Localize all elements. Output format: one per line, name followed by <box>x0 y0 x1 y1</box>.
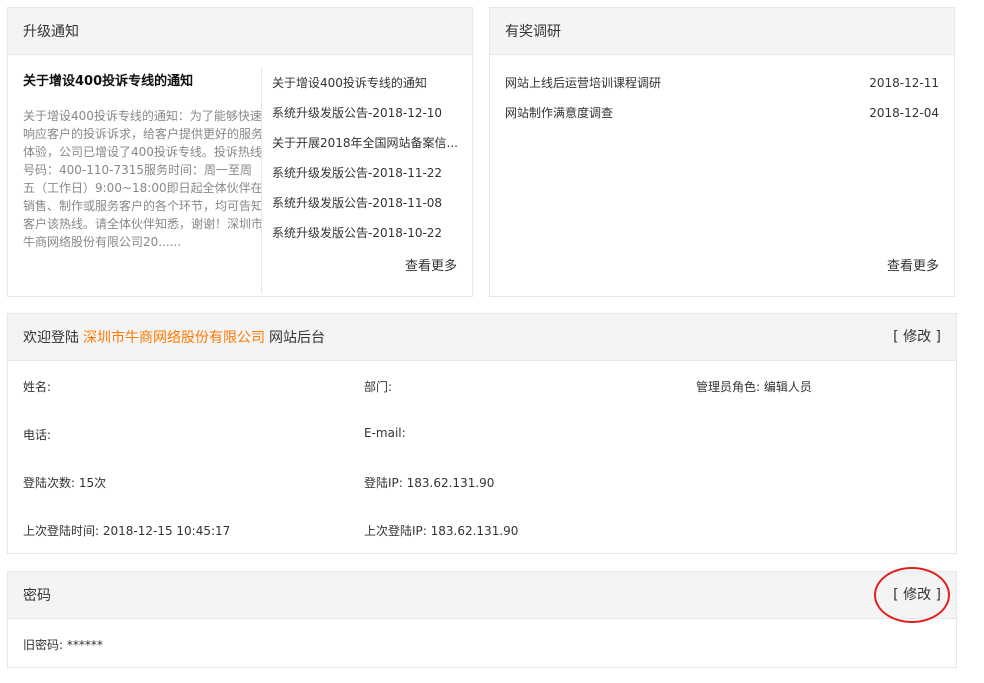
password-panel: 密码 [ 修改 ] 旧密码: ****** <box>7 571 957 668</box>
survey-item-date: 2018-12-04 <box>869 106 939 120</box>
survey-list-item[interactable]: 网站上线后运营培训课程调研 2018-12-11 <box>505 68 939 98</box>
welcome-prefix: 欢迎登陆 <box>23 330 79 346</box>
upgrade-notice-header: 升级通知 <box>8 8 472 55</box>
edit-profile-button[interactable]: [ 修改 ] <box>893 314 941 361</box>
user-name-label: 姓名: <box>23 380 52 394</box>
survey-view-more-link[interactable]: 查看更多 <box>887 255 939 274</box>
last-login-ip-label: 上次登陆IP: 183.62.131.90 <box>364 524 519 538</box>
login-ip-label: 登陆IP: 183.62.131.90 <box>364 476 495 490</box>
phone-label: 电话: <box>23 428 52 442</box>
welcome-panel: 欢迎登陆 深圳市牛商网络股份有限公司 网站后台 [ 修改 ] 姓名: 部门: 管… <box>7 313 957 554</box>
upgrade-notice-panel: 升级通知 关于增设400投诉专线的通知 关于增设400投诉专线的通知：为了能够快… <box>7 7 473 297</box>
notice-view-more-link[interactable]: 查看更多 <box>405 255 457 274</box>
welcome-header: 欢迎登陆 深圳市牛商网络股份有限公司 网站后台 [ 修改 ] <box>8 314 956 361</box>
survey-title: 有奖调研 <box>505 24 561 40</box>
survey-list: 网站上线后运营培训课程调研 2018-12-11 网站制作满意度调查 2018-… <box>505 68 939 128</box>
company-name: 深圳市牛商网络股份有限公司 <box>83 330 265 346</box>
featured-notice-body: 关于增设400投诉专线的通知：为了能够快速响应客户的投诉诉求，给客户提供更好的服… <box>23 109 264 249</box>
edit-password-button[interactable]: [ 修改 ] <box>893 572 941 619</box>
login-count-label: 登陆次数: 15次 <box>23 476 107 490</box>
survey-item-date: 2018-12-11 <box>869 76 939 90</box>
survey-item-name: 网站上线后运营培训课程调研 <box>505 76 662 90</box>
notice-list-item[interactable]: 系统升级发版公告-2018-11-22 <box>272 158 467 188</box>
survey-list-item[interactable]: 网站制作满意度调查 2018-12-04 <box>505 98 939 128</box>
survey-panel: 有奖调研 网站上线后运营培训课程调研 2018-12-11 网站制作满意度调查 … <box>489 7 955 297</box>
department-label: 部门: <box>364 380 393 394</box>
notice-list-item[interactable]: 系统升级发版公告-2018-12-10 <box>272 98 467 128</box>
welcome-suffix: 网站后台 <box>269 330 325 346</box>
notice-divider <box>261 68 262 294</box>
email-label: E-mail: <box>364 426 406 440</box>
featured-notice: 关于增设400投诉专线的通知 关于增设400投诉专线的通知：为了能够快速响应客户… <box>23 70 263 251</box>
featured-notice-title[interactable]: 关于增设400投诉专线的通知 <box>23 70 263 89</box>
password-title: 密码 <box>23 588 51 604</box>
last-login-time-label: 上次登陆时间: 2018-12-15 10:45:17 <box>23 524 231 538</box>
admin-role-label: 管理员角色: 编辑人员 <box>696 380 812 394</box>
upgrade-notice-title: 升级通知 <box>23 24 79 40</box>
old-password-label: 旧密码: ****** <box>23 638 103 652</box>
notice-list-item[interactable]: 关于开展2018年全国网站备案信... <box>272 128 467 158</box>
password-header: 密码 [ 修改 ] <box>8 572 956 619</box>
notice-list: 关于增设400投诉专线的通知 系统升级发版公告-2018-12-10 关于开展2… <box>272 68 467 248</box>
survey-header: 有奖调研 <box>490 8 954 55</box>
notice-list-item[interactable]: 系统升级发版公告-2018-10-22 <box>272 218 467 248</box>
survey-item-name: 网站制作满意度调查 <box>505 106 614 120</box>
notice-list-item[interactable]: 系统升级发版公告-2018-11-08 <box>272 188 467 218</box>
notice-list-item[interactable]: 关于增设400投诉专线的通知 <box>272 68 467 98</box>
